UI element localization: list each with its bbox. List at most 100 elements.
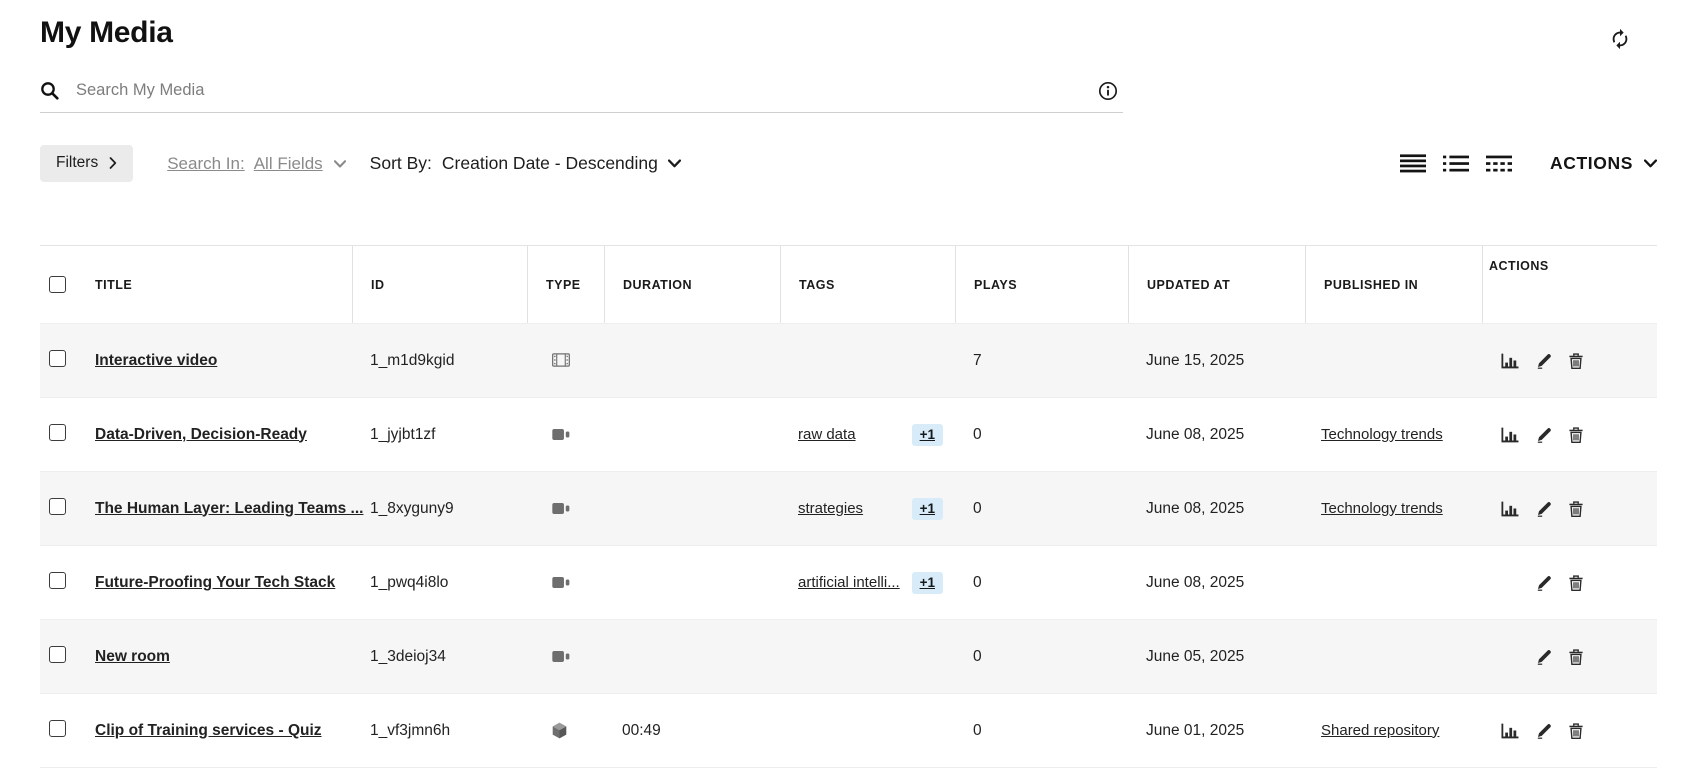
delete-button[interactable] [1569, 649, 1583, 665]
sort-by-label: Sort By: [369, 153, 432, 173]
tag-link[interactable]: artificial intelli... [798, 574, 900, 591]
media-type-cell [527, 648, 604, 666]
video-camera-icon [552, 502, 570, 515]
analytics-button[interactable] [1501, 427, 1519, 443]
column-header-tags: TAGS [780, 246, 955, 323]
delete-button[interactable] [1569, 353, 1583, 369]
published-in-link[interactable]: Technology trends [1321, 500, 1443, 517]
row-checkbox[interactable] [49, 349, 66, 367]
sort-by-value: Creation Date - Descending [441, 153, 658, 173]
delete-button[interactable] [1569, 575, 1583, 591]
tag-more-badge[interactable]: +1 [911, 423, 943, 446]
table-row: Interactive video 1_m1d9kgid 7 June 15, … [40, 323, 1657, 397]
published-in-link[interactable]: Shared repository [1321, 722, 1439, 739]
info-icon [1098, 81, 1118, 101]
analytics-button[interactable] [1501, 353, 1519, 369]
trash-icon [1569, 427, 1583, 443]
actions-label: ACTIONS [1550, 153, 1633, 173]
row-select-cell [40, 349, 83, 372]
filters-button[interactable]: Filters [40, 145, 134, 182]
analytics-button[interactable] [1501, 501, 1519, 517]
tag-link[interactable]: strategies [798, 500, 863, 517]
table-row: Data-Driven, Decision-Ready 1_jyjbt1zf r… [40, 397, 1657, 471]
my-media-page: My Media Filters Search In: All Fields S… [0, 0, 1685, 772]
edit-button[interactable] [1536, 649, 1552, 665]
sort-by-dropdown[interactable]: Sort By: Creation Date - Descending [370, 153, 681, 174]
row-select-cell [40, 571, 83, 594]
media-id: 1_m1d9kgid [370, 351, 455, 369]
delete-button[interactable] [1569, 501, 1583, 517]
media-table: TITLE ID TYPE DURATION TAGS PLAYS UPDATE… [40, 245, 1657, 772]
edit-button[interactable] [1536, 353, 1552, 369]
edit-button[interactable] [1536, 723, 1552, 739]
search-bar [40, 80, 1123, 113]
edit-button[interactable] [1536, 501, 1552, 517]
plays-count: 0 [973, 499, 982, 517]
refresh-button[interactable] [1609, 28, 1631, 50]
tag-more-badge[interactable]: +1 [911, 571, 943, 594]
tag-more-badge[interactable]: +1 [911, 497, 943, 520]
row-select-cell [40, 719, 83, 742]
published-in-cell: Technology trends [1305, 500, 1482, 518]
video-camera-icon [552, 650, 570, 663]
tag-link[interactable]: raw data [798, 426, 856, 443]
row-actions [1482, 575, 1657, 591]
tags-cell: strategies +1 [780, 497, 955, 520]
media-title-link[interactable]: New room [95, 648, 170, 665]
column-header-id: ID [352, 246, 527, 323]
pencil-icon [1536, 427, 1552, 443]
table-row: The Human Layer: Leading Teams ... 1_8xy… [40, 471, 1657, 545]
media-title-link[interactable]: Data-Driven, Decision-Ready [95, 426, 307, 443]
trash-icon [1569, 723, 1583, 739]
search-info-button[interactable] [1098, 81, 1118, 101]
row-checkbox[interactable] [49, 645, 66, 663]
plays-count: 0 [973, 425, 982, 443]
select-all-checkbox[interactable] [49, 276, 66, 293]
row-checkbox[interactable] [49, 571, 66, 589]
duration: 00:49 [622, 721, 661, 739]
actions-dropdown[interactable]: ACTIONS [1550, 153, 1657, 174]
view-mode-detailed-button[interactable] [1400, 154, 1426, 173]
edit-button[interactable] [1536, 575, 1552, 591]
quiz-cube-icon [552, 722, 567, 739]
view-mode-list-button[interactable] [1443, 154, 1469, 173]
row-actions [1482, 427, 1657, 443]
row-checkbox[interactable] [49, 423, 66, 441]
table-header-row: TITLE ID TYPE DURATION TAGS PLAYS UPDATE… [40, 245, 1657, 323]
view-mode-table-button[interactable] [1486, 154, 1512, 173]
view-controls: ACTIONS [1383, 153, 1657, 174]
updated-at: June 08, 2025 [1146, 499, 1245, 517]
published-in-link[interactable]: Technology trends [1321, 426, 1443, 443]
row-checkbox[interactable] [49, 719, 66, 737]
edit-button[interactable] [1536, 427, 1552, 443]
media-type-cell [527, 574, 604, 592]
row-actions [1482, 723, 1657, 739]
media-title-link[interactable]: Clip of Training services - Quiz [95, 722, 322, 739]
pencil-icon [1536, 501, 1552, 517]
analytics-button[interactable] [1501, 723, 1519, 739]
column-header-type: TYPE [527, 246, 604, 323]
updated-at: June 08, 2025 [1146, 425, 1245, 443]
updated-at: June 05, 2025 [1146, 647, 1245, 665]
delete-button[interactable] [1569, 723, 1583, 739]
tags-cell: raw data +1 [780, 423, 955, 446]
media-title-link[interactable]: Future-Proofing Your Tech Stack [95, 574, 335, 591]
select-all-cell [40, 246, 83, 323]
trash-icon [1569, 501, 1583, 517]
media-id: 1_8xyguny9 [370, 499, 454, 517]
media-id: 1_vf3jmn6h [370, 721, 451, 739]
chevron-down-icon [334, 160, 346, 168]
search-in-dropdown[interactable]: Search In: All Fields [167, 154, 345, 174]
search-in-label: Search In: [167, 153, 245, 173]
four-lines-icon [1400, 154, 1426, 173]
column-header-published-in: PUBLISHED IN [1305, 246, 1482, 323]
row-select-cell [40, 423, 83, 446]
row-select-cell [40, 497, 83, 520]
row-checkbox[interactable] [49, 497, 66, 515]
delete-button[interactable] [1569, 427, 1583, 443]
published-in-cell: Technology trends [1305, 426, 1482, 444]
refresh-icon [1609, 28, 1631, 50]
media-title-link[interactable]: The Human Layer: Leading Teams ... [95, 500, 363, 517]
media-title-link[interactable]: Interactive video [95, 352, 217, 369]
search-input[interactable] [74, 80, 1083, 101]
